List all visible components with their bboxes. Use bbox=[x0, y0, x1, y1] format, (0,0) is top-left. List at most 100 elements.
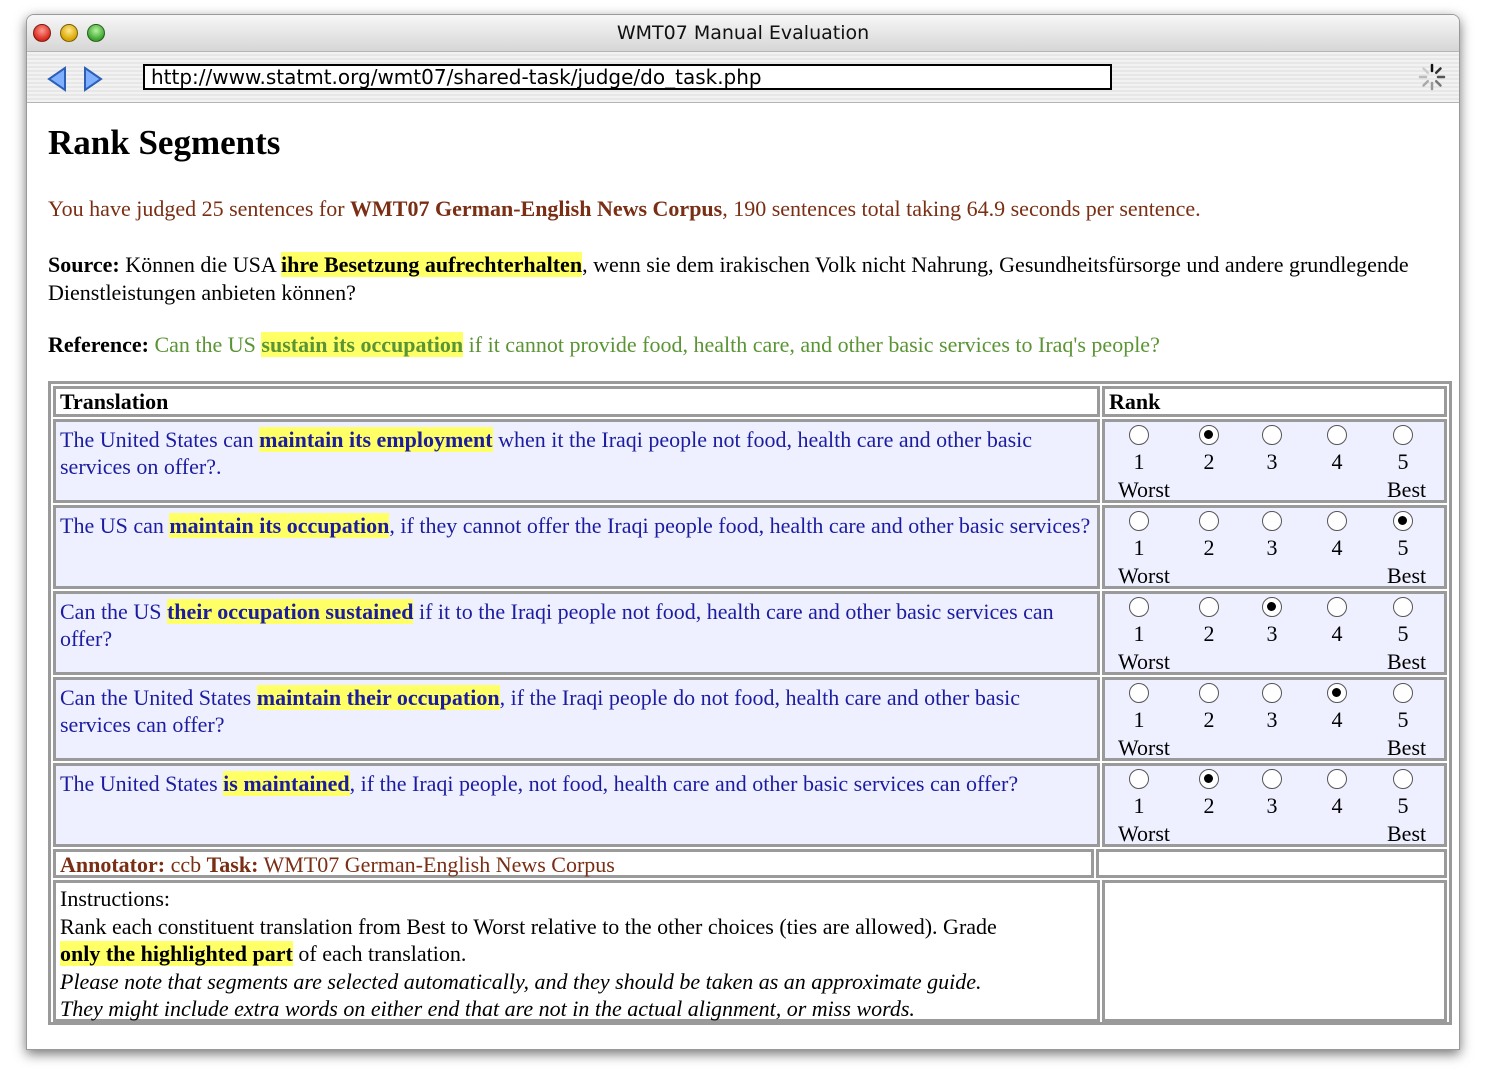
worst-label: Worst bbox=[1118, 735, 1171, 760]
annotator-task-info: Annotator: ccb Task: WMT07 German-Englis… bbox=[53, 849, 1094, 878]
rank-number-label: 2 bbox=[1203, 535, 1215, 560]
rank-selector: 1 2 3 4 5 Worst Best bbox=[1102, 591, 1447, 675]
task-value: WMT07 German-English News Corpus bbox=[258, 852, 615, 877]
rank-selector: 1 2 3 4 5 Worst Best bbox=[1102, 505, 1447, 589]
rank-radio-3[interactable] bbox=[1262, 425, 1282, 445]
translation-row: Can the US their occupation sustained if… bbox=[53, 591, 1100, 675]
browser-toolbar: http://www.statmt.org/wmt07/shared-task/… bbox=[27, 52, 1459, 103]
translation-text-before: The United States bbox=[60, 771, 224, 796]
rank-radio-1[interactable] bbox=[1129, 597, 1149, 617]
reference-highlight: sustain its occupation bbox=[261, 332, 464, 357]
instructions-note1: Please note that segments are selected a… bbox=[60, 968, 982, 994]
translation-highlight: maintain its occupation bbox=[169, 513, 390, 538]
best-label: Best bbox=[1387, 563, 1427, 588]
rank-radio-2[interactable] bbox=[1199, 769, 1219, 789]
rank-radio-2[interactable] bbox=[1199, 683, 1219, 703]
source-highlight: ihre Besetzung aufrechterhalten bbox=[281, 252, 583, 277]
rank-number-label: 2 bbox=[1203, 621, 1215, 646]
ranking-table: Translation Rank The United States can m… bbox=[48, 381, 1452, 1025]
rank-number-label: 3 bbox=[1266, 535, 1278, 560]
worst-label: Worst bbox=[1118, 649, 1171, 674]
worst-label: Worst bbox=[1118, 563, 1171, 588]
back-arrow-icon[interactable] bbox=[45, 66, 69, 92]
rank-radio-4[interactable] bbox=[1327, 597, 1347, 617]
rank-number-label: 2 bbox=[1203, 449, 1215, 474]
rank-radio-1[interactable] bbox=[1129, 511, 1149, 531]
instructions-line1: Rank each constituent translation from B… bbox=[60, 913, 997, 939]
rank-number-label: 5 bbox=[1397, 535, 1409, 560]
rank-number-label: 2 bbox=[1203, 707, 1215, 732]
forward-arrow-icon[interactable] bbox=[81, 66, 105, 92]
status-prefix: You have judged 25 sentences for bbox=[48, 196, 351, 221]
rank-radio-5[interactable] bbox=[1393, 425, 1413, 445]
annotator-value: ccb bbox=[165, 852, 207, 877]
best-label: Best bbox=[1387, 735, 1427, 760]
rank-radio-5[interactable] bbox=[1393, 683, 1413, 703]
rank-radio-3[interactable] bbox=[1262, 769, 1282, 789]
rank-number-label: 4 bbox=[1331, 793, 1343, 818]
worst-label: Worst bbox=[1118, 821, 1171, 846]
translation-text-before: Can the United States bbox=[60, 685, 257, 710]
page-title: Rank Segments bbox=[48, 123, 281, 162]
best-label: Best bbox=[1387, 477, 1427, 502]
rank-radio-5[interactable] bbox=[1393, 597, 1413, 617]
rank-number-label: 1 bbox=[1133, 793, 1145, 818]
rank-radio-4[interactable] bbox=[1327, 769, 1347, 789]
rank-number-label: 3 bbox=[1266, 621, 1278, 646]
reference-text-after: if it cannot provide food, health care, … bbox=[463, 332, 1160, 357]
rank-radio-3[interactable] bbox=[1262, 683, 1282, 703]
rank-selector: 1 2 3 4 5 Worst Best bbox=[1102, 677, 1447, 761]
rank-number-label: 5 bbox=[1397, 793, 1409, 818]
title-bar: WMT07 Manual Evaluation bbox=[27, 15, 1459, 52]
rank-radio-4[interactable] bbox=[1327, 425, 1347, 445]
translation-row: The United States can maintain its emplo… bbox=[53, 419, 1100, 503]
rank-radio-2[interactable] bbox=[1199, 597, 1219, 617]
rank-radio-1[interactable] bbox=[1129, 425, 1149, 445]
rank-number-label: 1 bbox=[1133, 621, 1145, 646]
rank-number-label: 2 bbox=[1203, 793, 1215, 818]
rank-radio-1[interactable] bbox=[1129, 683, 1149, 703]
translation-highlight: maintain their occupation bbox=[256, 685, 500, 710]
rank-radio-2[interactable] bbox=[1199, 425, 1219, 445]
translation-row: The US can maintain its occupation, if t… bbox=[53, 505, 1100, 589]
rank-radio-5[interactable] bbox=[1393, 769, 1413, 789]
rank-number-label: 4 bbox=[1331, 449, 1343, 474]
rank-radio-3[interactable] bbox=[1262, 511, 1282, 531]
translation-highlight: their occupation sustained bbox=[166, 599, 414, 624]
rank-number-label: 3 bbox=[1266, 449, 1278, 474]
reference-text-before: Can the US bbox=[148, 332, 262, 357]
rank-number-label: 5 bbox=[1397, 707, 1409, 732]
rank-radio-4[interactable] bbox=[1327, 511, 1347, 531]
translation-row: Can the United States maintain their occ… bbox=[53, 677, 1100, 761]
translation-highlight: is maintained bbox=[223, 771, 350, 796]
translation-text-before: The United States can bbox=[60, 427, 260, 452]
translation-highlight: maintain its employment bbox=[259, 427, 493, 452]
status-corpus: WMT07 German-English News Corpus bbox=[350, 196, 723, 221]
progress-status: You have judged 25 sentences for WMT07 G… bbox=[48, 196, 1201, 222]
translation-text-before: The US can bbox=[60, 513, 170, 538]
rank-radio-3[interactable] bbox=[1262, 597, 1282, 617]
footer-empty-cell bbox=[1096, 849, 1447, 878]
reference-sentence: Reference: Can the US sustain its occupa… bbox=[48, 332, 1160, 358]
source-text-before: Können die USA bbox=[119, 252, 282, 277]
translation-row: The United States is maintained, if the … bbox=[53, 763, 1100, 847]
instructions-line2: only the highlighted part of each transl… bbox=[60, 940, 1093, 968]
rank-radio-4[interactable] bbox=[1327, 683, 1347, 703]
rank-number-label: 5 bbox=[1397, 449, 1409, 474]
source-label: Source: bbox=[48, 252, 120, 277]
instructions-line2-text: of each translation. bbox=[292, 941, 467, 966]
rank-number-label: 4 bbox=[1331, 535, 1343, 560]
rank-number-label: 1 bbox=[1133, 449, 1145, 474]
loading-spinner-icon bbox=[1418, 63, 1446, 91]
instructions-title: Instructions: bbox=[60, 886, 170, 911]
rank-number-label: 3 bbox=[1266, 707, 1278, 732]
rank-column-header: Rank bbox=[1102, 386, 1447, 417]
instructions-empty-cell bbox=[1102, 880, 1447, 1022]
reference-label: Reference: bbox=[48, 332, 149, 357]
rank-radio-5[interactable] bbox=[1393, 511, 1413, 531]
rank-radio-2[interactable] bbox=[1199, 511, 1219, 531]
rank-selector: 1 2 3 4 5 Worst Best bbox=[1102, 763, 1447, 847]
instructions-highlight: only the highlighted part bbox=[60, 941, 293, 966]
url-field[interactable]: http://www.statmt.org/wmt07/shared-task/… bbox=[143, 64, 1112, 90]
rank-radio-1[interactable] bbox=[1129, 769, 1149, 789]
